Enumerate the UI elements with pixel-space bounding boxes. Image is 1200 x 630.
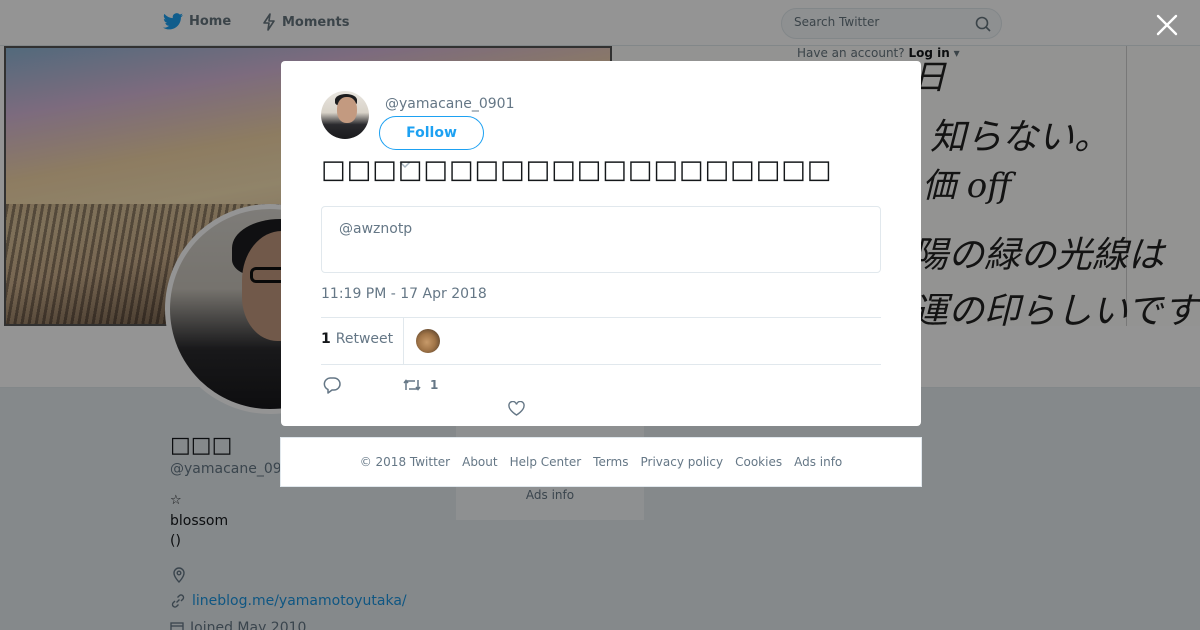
footer-link-ads-info[interactable]: Ads info: [794, 455, 842, 469]
reply-icon[interactable]: [323, 377, 341, 398]
tweet-author-avatar[interactable]: [321, 91, 369, 139]
tweet-text: □□□□□□□□□□□□□□□□□□□□: [321, 155, 833, 185]
retweet-stat-label: Retweet: [335, 331, 394, 347]
stats-divider: [403, 318, 404, 364]
retweet-icon: [403, 379, 421, 391]
tweet-author-handle[interactable]: @yamacane_0901: [385, 96, 514, 112]
retweet-stat[interactable]: 1 Retweet: [321, 331, 393, 347]
tweet-modal: @yamacane_0901 Follow □□□□□□□□□□□□□□□□□□…: [281, 61, 921, 426]
footer-link-privacy[interactable]: Privacy policy: [641, 455, 724, 469]
retweet-stat-count: 1: [321, 331, 331, 347]
footer-link-help-center[interactable]: Help Center: [510, 455, 582, 469]
modal-footer: © 2018 Twitter About Help Center Terms P…: [280, 437, 922, 487]
footer-link-cookies[interactable]: Cookies: [735, 455, 782, 469]
follow-button[interactable]: Follow: [379, 116, 484, 150]
retweet-button[interactable]: 1: [402, 377, 438, 393]
footer-copyright: © 2018 Twitter: [359, 455, 451, 469]
footer-link-about[interactable]: About: [462, 455, 497, 469]
tweet-actions: 1: [321, 375, 881, 416]
quoted-tweet[interactable]: @awznotp: [321, 206, 881, 273]
retweeter-avatar[interactable]: [416, 329, 440, 353]
quoted-tweet-handle: @awznotp: [339, 221, 413, 237]
close-icon[interactable]: [1154, 12, 1180, 38]
heart-icon[interactable]: [508, 400, 525, 420]
tweet-stats: 1 Retweet: [321, 317, 881, 365]
retweet-action-count: 1: [430, 378, 439, 392]
footer-link-terms[interactable]: Terms: [593, 455, 628, 469]
tweet-timestamp[interactable]: 11:19 PM - 17 Apr 2018: [321, 286, 487, 302]
